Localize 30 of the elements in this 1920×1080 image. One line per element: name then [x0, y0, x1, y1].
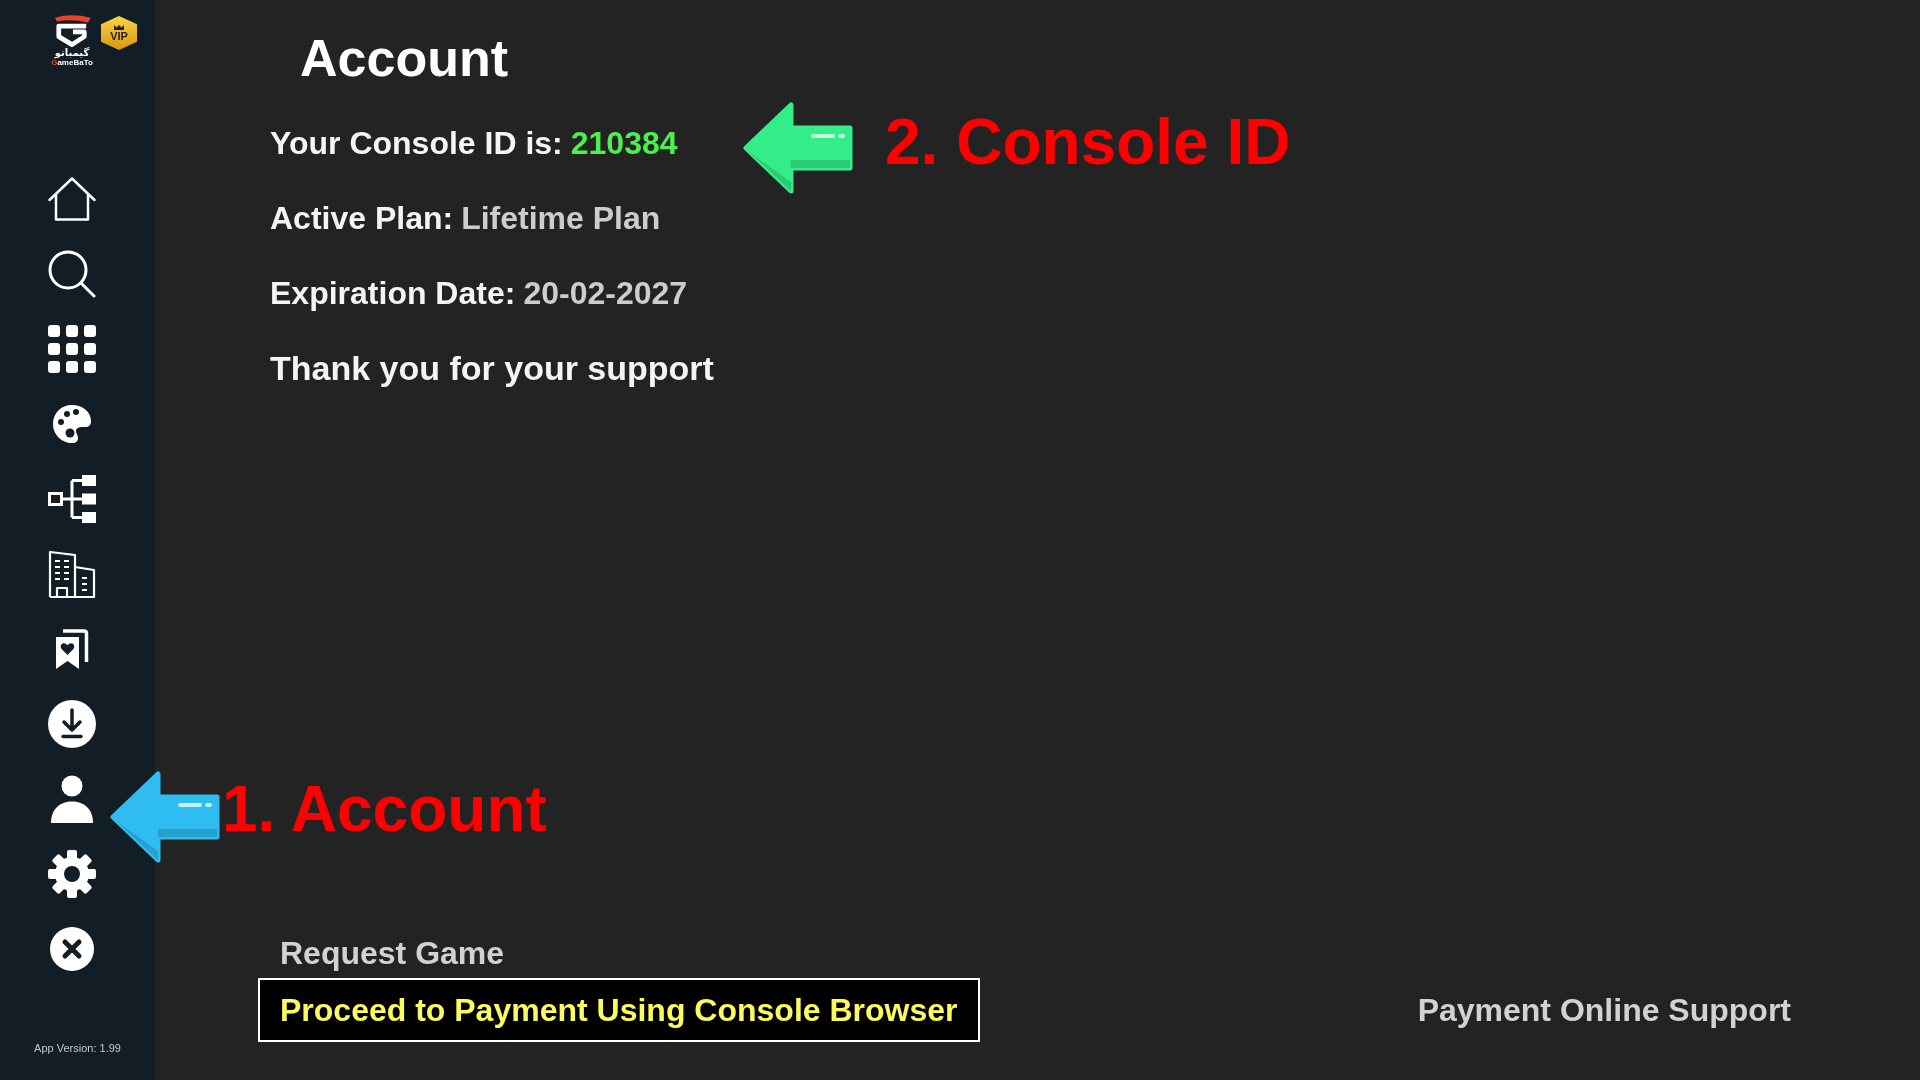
page-title: Account	[300, 28, 508, 89]
crown-icon	[114, 24, 124, 30]
active-plan-label: Active Plan:	[270, 199, 454, 238]
sitemap-icon[interactable]	[47, 475, 96, 523]
expiration-date-label: Expiration Date:	[270, 274, 516, 313]
grid-icon[interactable]	[47, 325, 96, 373]
logo-wordmark: گیمباتو	[54, 47, 90, 58]
vip-text: VIP	[110, 29, 128, 42]
home-icon[interactable]	[47, 177, 96, 221]
thank-you-message: Thank you for your support	[270, 348, 714, 388]
app-version: App Version: 1.99	[34, 1041, 121, 1055]
logo-icon	[52, 13, 92, 47]
payment-option-button[interactable]: Proceed to Payment Using Console Browser	[258, 978, 980, 1042]
download-icon[interactable]	[47, 700, 96, 748]
active-plan-value: Lifetime Plan	[461, 199, 661, 238]
annotation-label: 1. Account	[222, 777, 547, 841]
building-icon[interactable]	[47, 550, 96, 598]
palette-icon[interactable]	[51, 404, 92, 444]
logo-wordmark: GameBaTo	[51, 58, 93, 67]
request-game-button[interactable]: Request Game	[258, 931, 527, 975]
settings-icon[interactable]	[47, 850, 96, 898]
user-icon[interactable]	[50, 775, 93, 823]
bookmark-heart-icon[interactable]	[54, 629, 89, 669]
expiration-date-value: 20-02-2027	[523, 274, 688, 313]
annotation-label: 2. Console ID	[885, 110, 1291, 174]
console-id-value: 210384	[570, 124, 678, 163]
search-icon[interactable]	[47, 250, 96, 298]
close-icon[interactable]	[49, 927, 94, 971]
payment-option-button[interactable]: Payment Online Support	[1395, 978, 1813, 1042]
console-id-label: Your Console ID is:	[270, 124, 563, 163]
